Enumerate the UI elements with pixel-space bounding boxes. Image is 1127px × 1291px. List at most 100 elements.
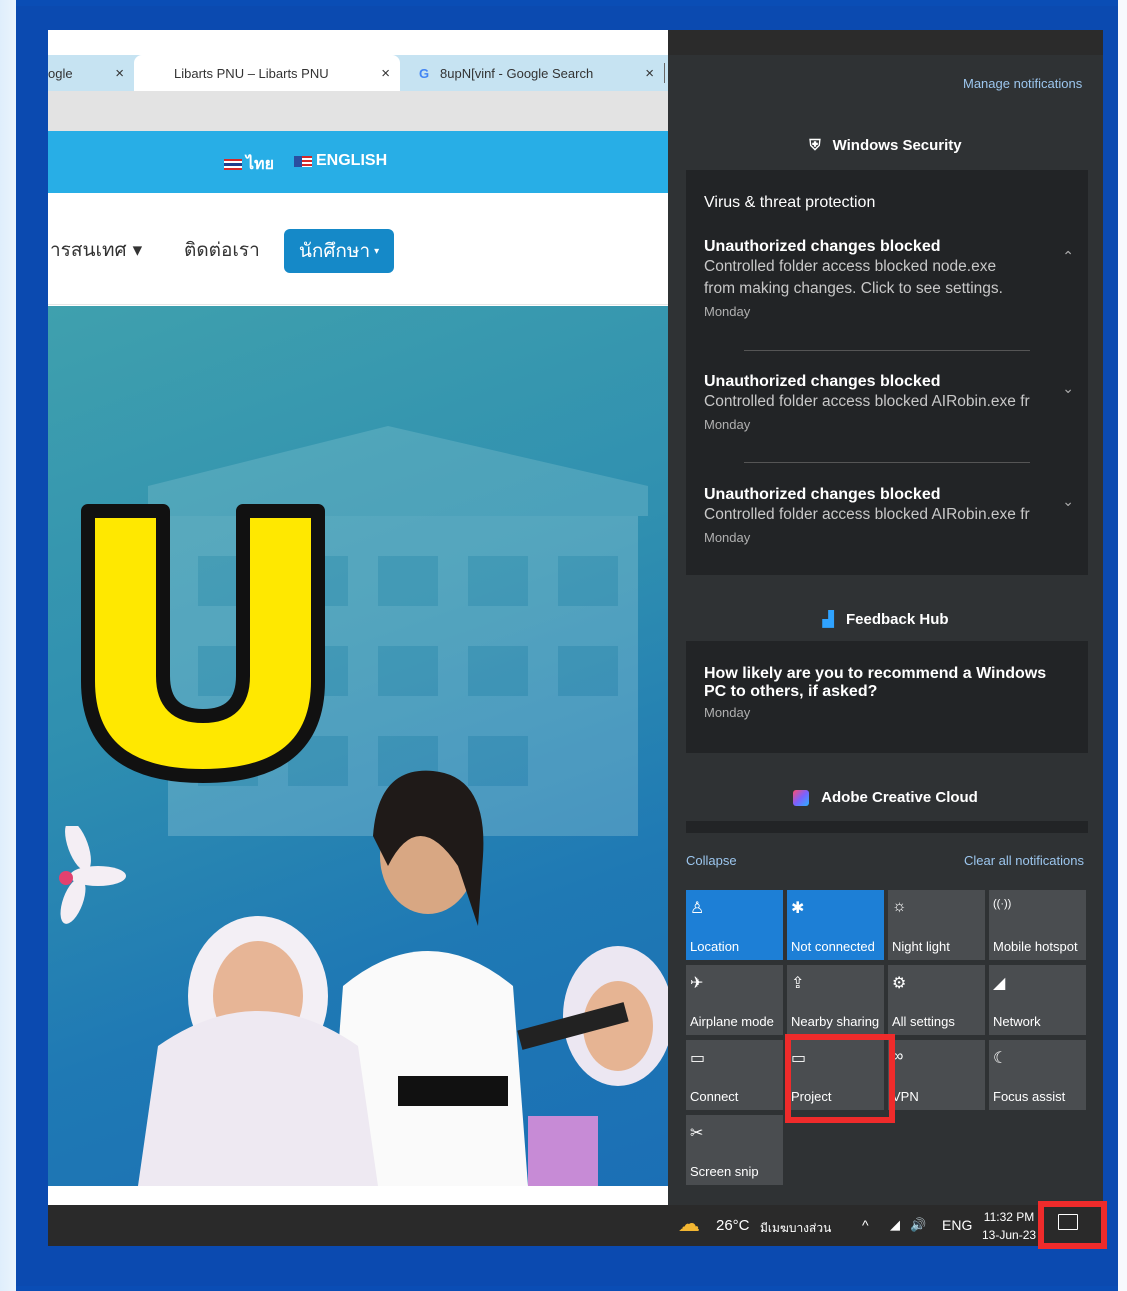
- tile-all-settings[interactable]: ⚙ All settings: [888, 965, 985, 1035]
- tile-label: Focus assist: [993, 1089, 1066, 1104]
- nav-student-button[interactable]: นักศึกษา ▾: [284, 229, 394, 273]
- lang-english-link[interactable]: ENGLISH: [294, 152, 387, 170]
- notification-item[interactable]: How likely are you to recommend a Window…: [704, 665, 1074, 720]
- notification-title: Unauthorized changes blocked: [704, 238, 941, 255]
- tab-libarts-pnu[interactable]: Libarts PNU – Libarts PNU ×: [134, 55, 400, 91]
- tile-network[interactable]: ◢ Network: [989, 965, 1086, 1035]
- language-bar: ไทย ENGLISH: [48, 131, 668, 193]
- adobe-cc-icon: [793, 789, 810, 806]
- lang-thai-label: ไทย: [246, 156, 274, 173]
- students-photo: [138, 770, 668, 1186]
- weather-icon[interactable]: ☁: [678, 1211, 700, 1237]
- tile-night-light[interactable]: ☼ Night light: [888, 890, 985, 960]
- tab-close-icon[interactable]: ×: [381, 65, 390, 82]
- us-flag-icon: [294, 155, 312, 167]
- network-icon: ◢: [993, 975, 1006, 992]
- tile-label: VPN: [892, 1089, 919, 1104]
- group-app-name: Feedback Hub: [846, 610, 949, 628]
- clock-time: 11:32 PM: [983, 1210, 1035, 1224]
- location-icon: ♙: [690, 900, 705, 917]
- tile-mobile-hotspot[interactable]: ((·)) Mobile hotspot: [989, 890, 1086, 960]
- shield-icon: ⛨: [809, 137, 821, 154]
- chevron-up-icon[interactable]: ⌃: [1062, 248, 1074, 265]
- feedback-hub-card[interactable]: How likely are you to recommend a Window…: [686, 641, 1088, 753]
- tab-close-icon[interactable]: ×: [645, 65, 654, 82]
- page-bottom-margin: [48, 1186, 668, 1206]
- site-navbar: ารสนเทศ ▾ ติดต่อเรา นักศึกษา ▾: [48, 193, 668, 305]
- browser-window: ogle × Libarts PNU – Libarts PNU × G 8up…: [48, 30, 668, 1246]
- input-language[interactable]: ENG: [942, 1217, 972, 1233]
- caret-down-icon: ▾: [374, 245, 380, 257]
- tile-label: Location: [690, 939, 740, 954]
- tile-label: Connect: [690, 1089, 739, 1104]
- windows-security-card[interactable]: Virus & threat protection Unauthorized c…: [686, 170, 1088, 575]
- volume-icon[interactable]: 🔊: [910, 1217, 926, 1233]
- adobe-cc-group-header: Adobe Creative Cloud: [668, 789, 1103, 806]
- notification-item[interactable]: Unauthorized changes blocked Controlled …: [704, 238, 1074, 319]
- tile-label: Screen snip: [690, 1164, 759, 1179]
- tab-label: ogle: [48, 65, 73, 81]
- adobe-cc-card[interactable]: [686, 821, 1088, 833]
- windows-security-group-header: ⛨ Windows Security: [668, 137, 1103, 154]
- tile-focus-assist[interactable]: ☾ Focus assist: [989, 1040, 1086, 1110]
- tab-close-icon[interactable]: ×: [115, 65, 124, 82]
- lang-english-label: ENGLISH: [316, 152, 388, 169]
- tab-google-search[interactable]: G 8upN[vinf - Google Search ×: [404, 55, 664, 91]
- notification-body: from making changes. Click to see settin…: [704, 280, 1003, 297]
- divider: [744, 350, 1030, 351]
- clock-date: 13-Jun-23: [982, 1228, 1037, 1242]
- notification-item[interactable]: Unauthorized changes blocked Controlled …: [704, 486, 1074, 545]
- tile-label: All settings: [892, 1014, 955, 1029]
- clear-all-notifications-link[interactable]: Clear all notifications: [964, 853, 1084, 868]
- tile-connect[interactable]: ▭ Connect: [686, 1040, 783, 1110]
- tab-label: 8upN[vinf - Google Search: [440, 65, 594, 81]
- collapse-link[interactable]: Collapse: [686, 853, 737, 868]
- nav-item-information[interactable]: ารสนเทศ ▾: [50, 235, 142, 265]
- feedback-hub-icon: ▟: [822, 611, 834, 628]
- notification-time: Monday: [704, 417, 751, 432]
- frame-edge: [1118, 0, 1127, 1291]
- tile-label: Mobile hotspot: [993, 939, 1078, 954]
- google-icon: G: [418, 65, 430, 81]
- notification-title: Unauthorized changes blocked: [704, 486, 941, 503]
- tile-label: Not connected: [791, 939, 875, 954]
- tile-vpn[interactable]: ∞ VPN: [888, 1040, 985, 1110]
- nav-item-contact[interactable]: ติดต่อเรา: [184, 235, 260, 265]
- divider: [744, 462, 1030, 463]
- chevron-down-icon[interactable]: ⌄: [1062, 380, 1074, 397]
- tile-label: Night light: [892, 939, 950, 954]
- tile-screen-snip[interactable]: ✂ Screen snip: [686, 1115, 783, 1185]
- weather-description[interactable]: มีเมฆบางส่วน: [760, 1219, 831, 1238]
- nav-student-label: นักศึกษา: [298, 240, 371, 262]
- tile-location[interactable]: ♙ Location: [686, 890, 783, 960]
- notification-title: PC to others, if asked?: [704, 683, 878, 700]
- notification-title: How likely are you to recommend a Window…: [704, 665, 1047, 682]
- tile-label: Nearby sharing: [791, 1014, 880, 1029]
- notification-time: Monday: [704, 705, 751, 720]
- tile-airplane-mode[interactable]: ✈ Airplane mode: [686, 965, 783, 1035]
- airplane-icon: ✈: [690, 975, 704, 992]
- clock[interactable]: 11:32 PM 13-Jun-23: [982, 1208, 1036, 1244]
- action-center-panel: Manage notifications ⛨ Windows Security …: [668, 55, 1103, 1205]
- tile-label: Network: [993, 1014, 1041, 1029]
- network-icon[interactable]: ◢: [890, 1217, 900, 1233]
- group-app-name: Windows Security: [832, 137, 962, 154]
- address-bar[interactable]: [48, 91, 668, 131]
- connect-icon: ▭: [690, 1050, 706, 1067]
- notification-item[interactable]: Unauthorized changes blocked Controlled …: [704, 373, 1074, 432]
- lang-thai-link[interactable]: ไทย: [224, 152, 274, 177]
- notification-body: Controlled folder access blocked node.ex…: [704, 258, 997, 275]
- highlight-project-tile: [785, 1034, 895, 1123]
- tab-separator: [664, 63, 665, 83]
- flower-decoration: [59, 826, 126, 924]
- notification-time: Monday: [704, 530, 751, 545]
- tab-google[interactable]: ogle ×: [48, 55, 134, 91]
- manage-notifications-link[interactable]: Manage notifications: [963, 76, 1082, 91]
- night-light-icon: ☼: [892, 898, 907, 915]
- temperature[interactable]: 26°C: [716, 1217, 750, 1234]
- chevron-up-icon[interactable]: ^: [862, 1217, 869, 1233]
- group-app-name: Adobe Creative Cloud: [821, 789, 978, 806]
- tile-nearby-sharing[interactable]: ⇪ Nearby sharing: [787, 965, 884, 1035]
- tile-bluetooth[interactable]: ✱ Not connected: [787, 890, 884, 960]
- chevron-down-icon[interactable]: ⌄: [1062, 493, 1074, 510]
